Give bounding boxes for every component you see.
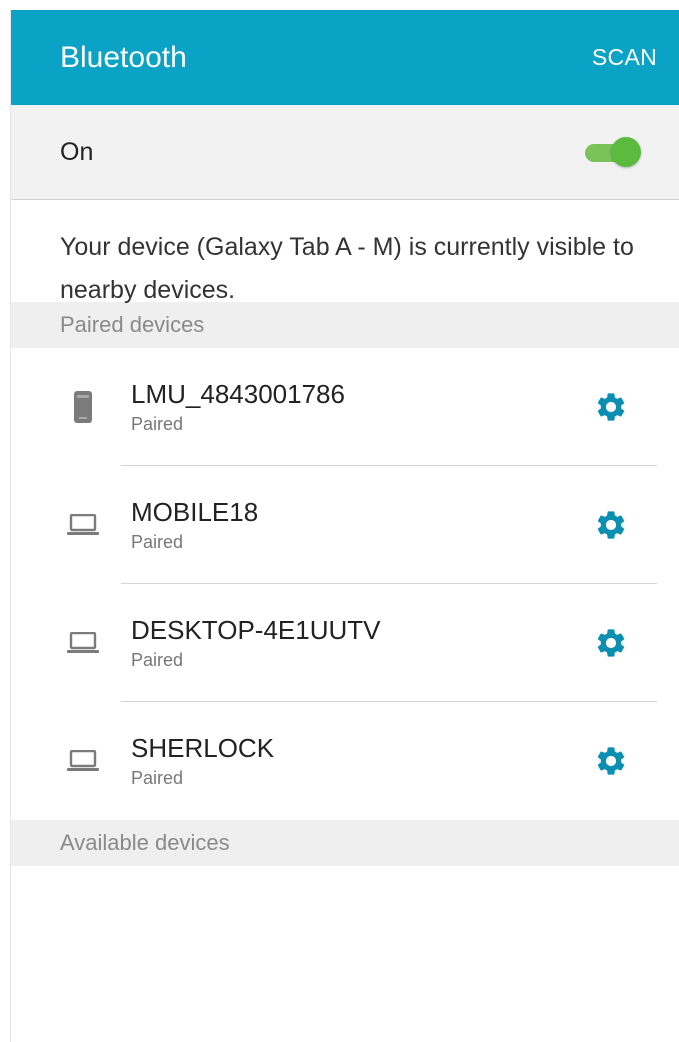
laptop-icon (65, 625, 101, 661)
device-status: Paired (131, 650, 184, 670)
bluetooth-master-switch-row[interactable]: On (11, 105, 679, 200)
bluetooth-settings-screen: Bluetooth SCAN On Your device (Galaxy Ta… (10, 10, 679, 1042)
paired-device-item[interactable]: DESKTOP-4E1UUTV Paired (11, 584, 679, 702)
bluetooth-toggle[interactable] (583, 137, 641, 167)
available-devices-header: Available devices (11, 820, 679, 866)
toggle-thumb (611, 137, 641, 167)
visibility-text: Your device (Galaxy Tab A - M) is curren… (60, 233, 634, 304)
paired-device-item[interactable]: MOBILE18 Paired (11, 466, 679, 584)
gear-icon[interactable] (591, 741, 631, 781)
available-devices-title: Available devices (60, 830, 230, 855)
device-name: SHERLOCK (131, 733, 275, 763)
app-bar: Bluetooth SCAN (11, 10, 679, 105)
scan-button[interactable]: SCAN (592, 44, 657, 71)
device-status: Paired (131, 414, 184, 434)
device-status: Paired (131, 532, 184, 552)
phone-icon (65, 389, 101, 425)
page-title: Bluetooth (60, 40, 187, 74)
visibility-info: Your device (Galaxy Tab A - M) is curren… (11, 200, 679, 304)
device-name: LMU_4843001786 (131, 379, 345, 409)
device-name: DESKTOP-4E1UUTV (131, 615, 381, 645)
paired-device-item[interactable]: LMU_4843001786 Paired (11, 348, 679, 466)
laptop-icon (65, 743, 101, 779)
paired-device-item[interactable]: SHERLOCK Paired (11, 702, 679, 820)
paired-devices-list: LMU_4843001786 Paired MOBILE18 Paired DE… (11, 348, 679, 820)
device-status: Paired (131, 768, 184, 788)
laptop-icon (65, 507, 101, 543)
gear-icon[interactable] (591, 623, 631, 663)
gear-icon[interactable] (591, 505, 631, 545)
gear-icon[interactable] (591, 387, 631, 427)
device-name: MOBILE18 (131, 497, 259, 527)
master-switch-label: On (60, 137, 94, 166)
paired-devices-title: Paired devices (60, 312, 205, 337)
